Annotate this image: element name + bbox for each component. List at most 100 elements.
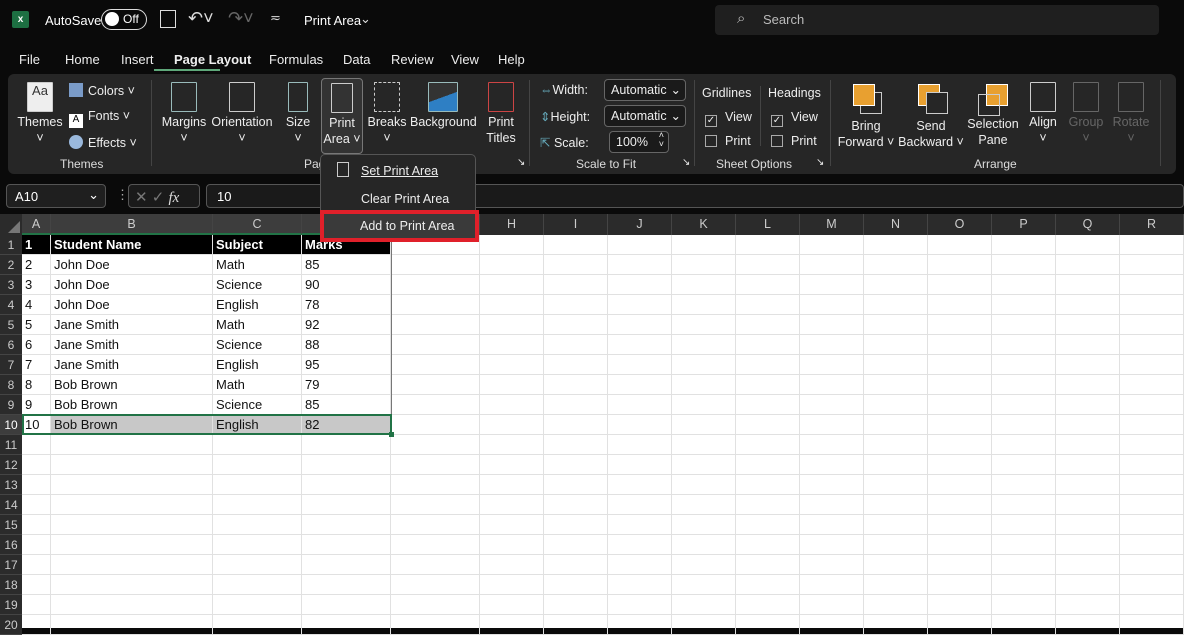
cell[interactable] [864,475,928,495]
cell[interactable] [51,475,213,495]
tab-help[interactable]: Help [498,52,525,67]
cell[interactable] [672,415,736,435]
cell[interactable] [391,455,480,475]
tab-data[interactable]: Data [343,52,370,67]
row-header-9[interactable]: 9 [0,395,22,415]
row-header-6[interactable]: 6 [0,335,22,355]
cell[interactable] [608,295,672,315]
cell[interactable] [736,575,800,595]
cell[interactable] [608,615,672,635]
cell[interactable] [928,255,992,275]
cell[interactable] [608,335,672,355]
cell[interactable] [544,495,608,515]
cell[interactable] [213,475,302,495]
cell[interactable] [213,435,302,455]
cell[interactable] [736,595,800,615]
column-header-h[interactable]: H [480,214,544,235]
cell[interactable] [480,455,544,475]
cell[interactable] [1120,435,1184,455]
cell[interactable] [213,555,302,575]
cell[interactable] [51,435,213,455]
cell[interactable] [1056,555,1120,575]
cell[interactable] [51,575,213,595]
cell[interactable] [736,235,800,255]
cell[interactable] [391,615,480,635]
cell[interactable] [544,355,608,375]
cell[interactable] [864,555,928,575]
column-header-n[interactable]: N [864,214,928,235]
cell[interactable] [992,395,1056,415]
row-header-18[interactable]: 18 [0,575,22,595]
cell[interactable] [480,295,544,315]
row-header-16[interactable]: 16 [0,535,22,555]
cell[interactable] [608,455,672,475]
cell[interactable] [608,495,672,515]
cell[interactable] [480,535,544,555]
cell[interactable] [864,495,928,515]
row-header-2[interactable]: 2 [0,255,22,275]
cell[interactable] [213,455,302,475]
cell[interactable] [800,355,864,375]
cell[interactable] [608,435,672,455]
cell[interactable] [1120,255,1184,275]
cell[interactable] [864,595,928,615]
cell[interactable] [864,355,928,375]
column-header-j[interactable]: J [608,214,672,235]
cell[interactable] [672,475,736,495]
cell[interactable] [391,295,480,315]
cell[interactable] [992,455,1056,475]
cell[interactable] [1120,455,1184,475]
cell[interactable] [480,235,544,255]
cell[interactable] [391,275,480,295]
cell[interactable] [608,375,672,395]
effects-button[interactable]: Effects ˅ [69,135,137,150]
column-header-k[interactable]: K [672,214,736,235]
cell[interactable] [480,375,544,395]
row-header-20[interactable]: 20 [0,615,22,635]
cell[interactable] [864,235,928,255]
cell[interactable] [672,535,736,555]
column-header-o[interactable]: O [928,214,992,235]
document-title[interactable]: Print Area [304,13,361,28]
cell[interactable] [213,495,302,515]
row-header-8[interactable]: 8 [0,375,22,395]
column-header-i[interactable]: I [544,214,608,235]
cell[interactable] [928,435,992,455]
cell[interactable] [800,295,864,315]
cell[interactable] [864,535,928,555]
cell[interactable] [1056,575,1120,595]
cell[interactable] [864,435,928,455]
cell[interactable] [736,495,800,515]
cell[interactable] [302,595,391,615]
fonts-button[interactable]: A Fonts ˅ [69,109,130,128]
width-select[interactable]: Automatic ⌄ [604,79,686,101]
background-button[interactable]: Background [410,82,477,130]
cell[interactable] [672,615,736,635]
cell[interactable] [1056,475,1120,495]
cell[interactable] [302,435,391,455]
tab-review[interactable]: Review [391,52,434,67]
cell[interactable] [736,515,800,535]
cell[interactable] [1120,495,1184,515]
cell[interactable] [864,415,928,435]
cell[interactable] [22,615,51,635]
cell[interactable] [544,315,608,335]
row-header-10[interactable]: 10 [0,415,22,435]
cell[interactable] [1120,575,1184,595]
cell[interactable] [544,275,608,295]
cell[interactable] [928,335,992,355]
margins-button[interactable]: Margins ˅ [160,82,208,146]
cell[interactable] [992,355,1056,375]
cell[interactable] [928,355,992,375]
cell[interactable] [672,595,736,615]
cell[interactable] [1120,315,1184,335]
cell[interactable] [928,495,992,515]
cell[interactable] [1120,595,1184,615]
cell[interactable] [1120,535,1184,555]
cell[interactable] [672,575,736,595]
cell[interactable] [928,395,992,415]
menu-item-clear-print-area[interactable]: Clear Print Area [361,192,449,206]
cell[interactable] [608,595,672,615]
cell[interactable] [928,455,992,475]
column-header-m[interactable]: M [800,214,864,235]
